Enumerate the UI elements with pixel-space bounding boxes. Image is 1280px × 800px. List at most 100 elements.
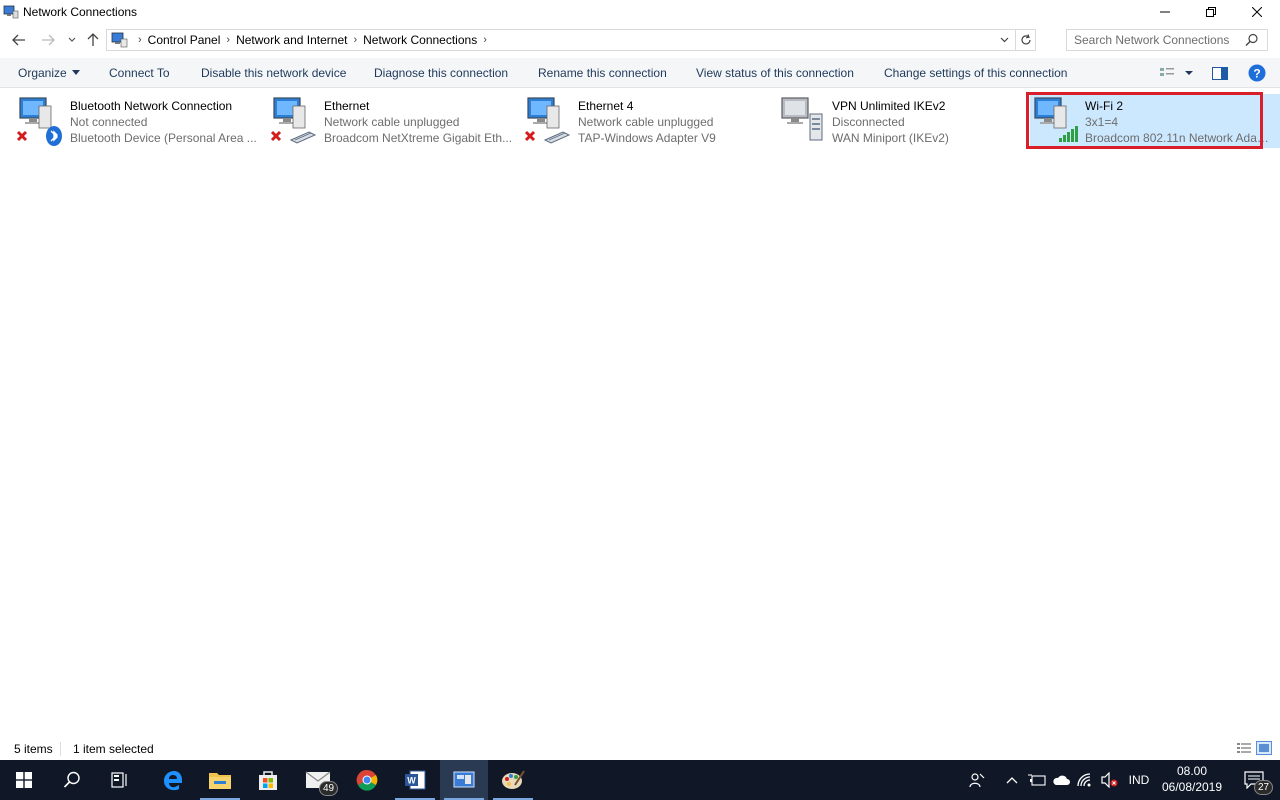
status-bar: 5 items 1 item selected: [0, 739, 1280, 760]
restore-icon: [1206, 7, 1216, 17]
clock[interactable]: 08.00 06/08/2019: [1160, 763, 1224, 795]
breadcrumb-control-panel[interactable]: Control Panel: [148, 33, 221, 47]
connection-status: Disconnected: [832, 115, 905, 129]
chevron-down-icon: [1000, 37, 1008, 43]
connection-device: TAP-Windows Adapter V9: [578, 131, 716, 145]
details-view-icon[interactable]: [1236, 741, 1252, 755]
explorer-window: Network Connections › Control Panel › Ne…: [0, 0, 1280, 760]
control-panel-taskbar-button[interactable]: [440, 760, 488, 800]
preview-pane-button[interactable]: [1210, 63, 1230, 83]
help-button[interactable]: ?: [1247, 63, 1267, 83]
people-icon: [969, 773, 985, 788]
edge-taskbar-button[interactable]: [148, 760, 196, 800]
control-panel-icon: [111, 32, 128, 48]
store-taskbar-button[interactable]: [244, 760, 292, 800]
paint-palette-icon: [502, 770, 525, 789]
breadcrumb-network-connections[interactable]: Network Connections: [363, 33, 477, 47]
connection-tile-bluetooth[interactable]: Bluetooth Network Connection Not connect…: [15, 94, 265, 148]
taskbar: 49 W IND 08.00 06/08/2019 27: [0, 760, 1280, 800]
help-icon: ?: [1248, 64, 1266, 82]
connection-name: Bluetooth Network Connection: [70, 99, 233, 113]
organize-menu[interactable]: Organize: [18, 66, 80, 80]
connection-text: Ethernet Network cable unplugged Broadco…: [319, 94, 514, 148]
onedrive-button[interactable]: [1050, 760, 1072, 800]
connection-name: Wi-Fi 2: [1085, 99, 1123, 113]
arrow-left-icon: [12, 34, 25, 46]
search-input[interactable]: [1074, 31, 1250, 49]
change-view-button[interactable]: [1156, 63, 1196, 83]
window-title: Network Connections: [23, 5, 138, 19]
close-button[interactable]: [1234, 0, 1280, 24]
chevron-down-icon: [68, 37, 76, 42]
refresh-button[interactable]: [1015, 29, 1035, 51]
back-button[interactable]: [9, 30, 29, 50]
volume-button[interactable]: [1098, 760, 1120, 800]
command-bar: Organize Connect To Disable this network…: [0, 58, 1280, 88]
connection-status: Network cable unplugged: [324, 115, 460, 129]
search-icon[interactable]: [1245, 33, 1259, 47]
chevron-right-icon[interactable]: ›: [353, 34, 357, 46]
connection-text: Ethernet 4 Network cable unplugged TAP-W…: [573, 94, 768, 148]
arrow-right-icon: [42, 34, 55, 46]
ethernet-network-icon: [523, 94, 573, 148]
word-taskbar-button[interactable]: W: [391, 760, 439, 800]
search-icon: [63, 771, 80, 788]
connect-to-button[interactable]: Connect To: [109, 66, 170, 80]
up-button[interactable]: [83, 30, 103, 50]
network-tray-button[interactable]: [1074, 760, 1096, 800]
chevron-right-icon[interactable]: ›: [483, 34, 487, 46]
refresh-icon: [1020, 34, 1031, 45]
forward-button[interactable]: [38, 30, 58, 50]
disable-device-button[interactable]: Disable this network device: [201, 66, 346, 80]
search-taskbar-button[interactable]: [48, 760, 96, 800]
connection-tile-ethernet[interactable]: Ethernet Network cable unplugged Broadco…: [269, 94, 519, 148]
windows-logo-icon: [16, 772, 32, 788]
connection-tile-ethernet-4[interactable]: Ethernet 4 Network cable unplugged TAP-W…: [523, 94, 773, 148]
change-settings-button[interactable]: Change settings of this connection: [884, 66, 1067, 80]
view-options-icon: [1160, 68, 1193, 76]
task-view-button[interactable]: [96, 760, 144, 800]
diagnose-button[interactable]: Diagnose this connection: [374, 66, 508, 80]
large-icons-view-icon[interactable]: [1256, 741, 1272, 755]
connection-tile-wifi-2[interactable]: Wi-Fi 2 3x1=4 Broadcom 802.11n Network A…: [1030, 94, 1280, 148]
rename-button[interactable]: Rename this connection: [538, 66, 667, 80]
input-language-button[interactable]: IND: [1124, 760, 1154, 800]
recent-locations-button[interactable]: [62, 30, 82, 50]
chrome-browser-icon: [356, 769, 378, 791]
vpn-network-icon: [777, 94, 827, 148]
show-hidden-icons-button[interactable]: [1002, 760, 1022, 800]
connection-status: Not connected: [70, 115, 148, 129]
mail-taskbar-button[interactable]: 49: [294, 760, 342, 800]
chevron-right-icon[interactable]: ›: [226, 34, 230, 46]
connections-view: Bluetooth Network Connection Not connect…: [0, 89, 1280, 739]
connection-text: Wi-Fi 2 3x1=4 Broadcom 802.11n Network A…: [1080, 94, 1275, 148]
address-dropdown-button[interactable]: [997, 33, 1011, 47]
restore-button[interactable]: [1188, 0, 1234, 24]
battery-button[interactable]: [1026, 760, 1048, 800]
connection-status: 3x1=4: [1085, 115, 1119, 129]
file-explorer-taskbar-button[interactable]: [196, 760, 244, 800]
bluetooth-network-icon: [15, 94, 65, 148]
connection-status: Network cable unplugged: [578, 115, 714, 129]
breadcrumb-network-and-internet[interactable]: Network and Internet: [236, 33, 347, 47]
connection-tile-vpn[interactable]: VPN Unlimited IKEv2 Disconnected WAN Min…: [777, 94, 1027, 148]
minimize-button[interactable]: [1142, 0, 1188, 24]
clock-time: 08.00: [1176, 764, 1208, 778]
network-connections-icon: [3, 5, 19, 19]
connection-name: Ethernet 4: [578, 99, 634, 113]
paint-taskbar-button[interactable]: [489, 760, 537, 800]
edge-browser-icon: [164, 771, 182, 791]
chrome-taskbar-button[interactable]: [343, 760, 391, 800]
action-center-button[interactable]: 27: [1234, 760, 1274, 800]
start-button[interactable]: [0, 760, 48, 800]
connection-device: Broadcom 802.11n Network Adapter: [1085, 131, 1275, 145]
address-row: › Control Panel › Network and Internet ›…: [0, 28, 1280, 52]
chevron-up-icon: [1006, 777, 1018, 784]
ethernet-network-icon: [269, 94, 319, 148]
address-bar[interactable]: › Control Panel › Network and Internet ›…: [106, 29, 1036, 51]
task-view-icon: [111, 772, 127, 788]
onedrive-cloud-icon: [1053, 775, 1070, 785]
people-button[interactable]: [964, 760, 990, 800]
word-app-icon: W: [405, 770, 426, 790]
view-status-button[interactable]: View status of this connection: [696, 66, 854, 80]
